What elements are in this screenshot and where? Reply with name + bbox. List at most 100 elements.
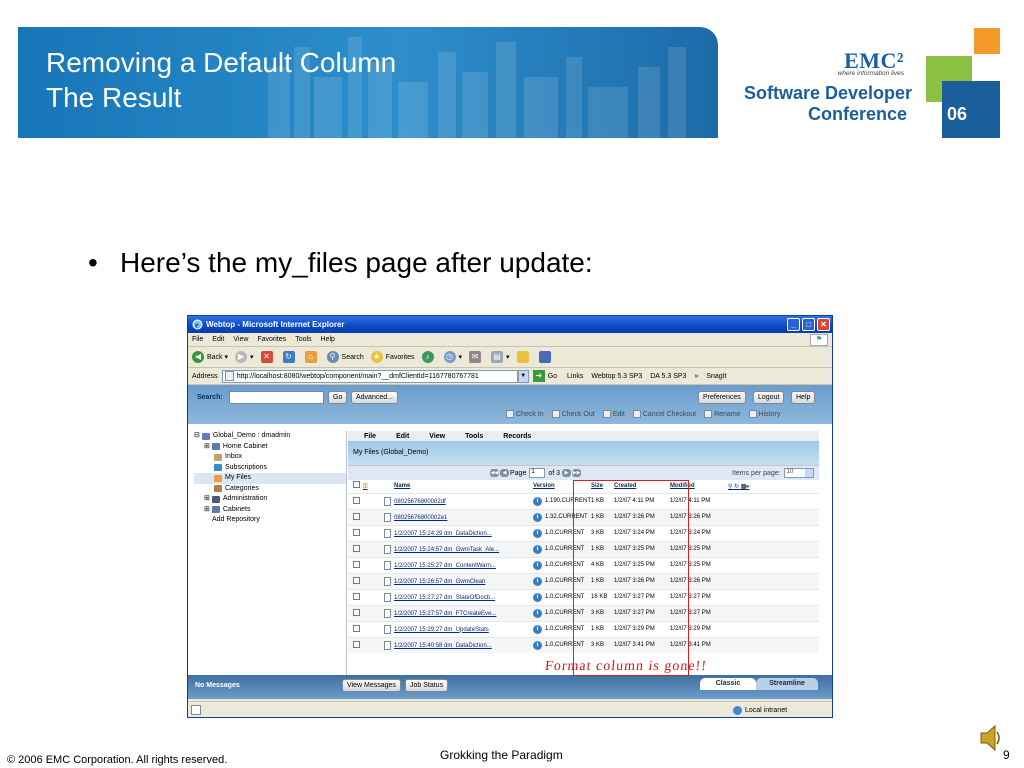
- search-icon[interactable]: ⚲: [728, 484, 732, 490]
- next-page-icon[interactable]: ▶: [562, 469, 571, 477]
- minimize-button[interactable]: _: [787, 318, 800, 331]
- column-chooser-icon[interactable]: ▦▸: [741, 484, 750, 490]
- row-checkbox[interactable]: [353, 608, 360, 616]
- messenger-button[interactable]: [538, 351, 554, 363]
- row-checkbox[interactable]: [353, 512, 360, 520]
- row-checkbox[interactable]: [353, 624, 360, 632]
- content-menu-records[interactable]: Records: [503, 433, 531, 440]
- info-icon[interactable]: i: [533, 592, 542, 602]
- refresh-button[interactable]: ↻: [282, 351, 298, 363]
- info-icon[interactable]: i: [533, 608, 542, 618]
- tree-item-add-repository[interactable]: Add Repository: [194, 515, 346, 526]
- view-messages-button[interactable]: View Messages: [342, 679, 401, 692]
- file-name-link[interactable]: 1/2/2007 15:24:29 dm_DataDiction...: [394, 531, 492, 537]
- folder-button[interactable]: [516, 351, 532, 363]
- history-action[interactable]: History: [748, 410, 780, 418]
- first-page-icon[interactable]: ◀◀: [490, 469, 499, 477]
- tab-streamline[interactable]: Streamline: [756, 678, 818, 690]
- tree-item-administration[interactable]: ⊞ Administration: [194, 494, 346, 505]
- media-button[interactable]: ♪: [421, 351, 437, 363]
- help-button[interactable]: Help: [791, 391, 816, 404]
- close-button[interactable]: ✕: [817, 318, 830, 331]
- links-overflow-icon[interactable]: »: [694, 373, 698, 380]
- logout-button[interactable]: Logout: [753, 391, 785, 404]
- print-button[interactable]: ▤ ▾: [491, 351, 510, 363]
- history-button[interactable]: ◷ ▾: [443, 351, 462, 363]
- file-name-link[interactable]: 1/2/2007 15:26:57 dm_GwmClean: [394, 579, 485, 585]
- tree-item-my-files[interactable]: My Files: [194, 473, 346, 484]
- speaker-icon[interactable]: [978, 722, 1002, 754]
- file-name-link[interactable]: 1/2/2007 15:29:27 dm_UpdateStats: [394, 627, 489, 633]
- file-name-link[interactable]: 08025676800002e1: [394, 515, 447, 521]
- content-menu-view[interactable]: View: [429, 433, 445, 440]
- select-all-checkbox[interactable]: [353, 481, 360, 489]
- home-button[interactable]: ⌂: [304, 351, 320, 363]
- row-checkbox[interactable]: [353, 576, 360, 584]
- cancel-checkout-action[interactable]: Cancel Checkout: [632, 410, 696, 418]
- menu-edit[interactable]: Edit: [212, 336, 224, 343]
- link-webtop[interactable]: Webtop 5.3 SP3: [591, 373, 642, 380]
- back-button[interactable]: ◀ Back ▾: [192, 351, 228, 363]
- menu-tools[interactable]: Tools: [295, 336, 311, 343]
- row-checkbox[interactable]: [353, 592, 360, 600]
- content-menu-file[interactable]: File: [364, 433, 376, 440]
- tab-classic[interactable]: Classic: [700, 678, 756, 690]
- column-name[interactable]: Name: [376, 480, 533, 493]
- row-checkbox[interactable]: [353, 544, 360, 552]
- menu-view[interactable]: View: [233, 336, 248, 343]
- row-checkbox[interactable]: [353, 560, 360, 568]
- search-button[interactable]: ⚲ Search: [326, 351, 364, 363]
- content-menu-edit[interactable]: Edit: [396, 433, 409, 440]
- tree-item-subscriptions[interactable]: Subscriptions: [194, 463, 346, 474]
- info-icon[interactable]: i: [533, 512, 542, 522]
- info-icon[interactable]: i: [533, 576, 542, 586]
- stop-button[interactable]: ✕: [260, 351, 276, 363]
- advanced-search-button[interactable]: Advanced...: [351, 391, 398, 404]
- search-input[interactable]: [229, 391, 324, 404]
- info-icon[interactable]: i: [533, 624, 542, 634]
- row-checkbox[interactable]: [353, 528, 360, 536]
- items-per-page-select[interactable]: 10: [783, 468, 814, 478]
- tree-item-inbox[interactable]: Inbox: [194, 452, 346, 463]
- link-snagit[interactable]: SnagIt: [706, 373, 726, 380]
- file-name-link[interactable]: 1/2/2007 15:40:58 dm_DataDiction...: [394, 643, 492, 649]
- address-input[interactable]: http://localhost:8080/webtop/component/m…: [221, 369, 518, 383]
- forward-button[interactable]: ▶ ▾: [235, 351, 254, 363]
- file-name-link[interactable]: 1/2/2007 15:24:57 dm_GwmTask_Ale...: [394, 547, 499, 553]
- favorites-button[interactable]: ★ Favorites: [370, 351, 415, 363]
- info-icon[interactable]: i: [533, 560, 542, 570]
- menu-favorites[interactable]: Favorites: [257, 336, 286, 343]
- link-da[interactable]: DA 5.3 SP3: [650, 373, 686, 380]
- info-icon[interactable]: i: [533, 496, 542, 506]
- menu-help[interactable]: Help: [321, 336, 335, 343]
- file-name-link[interactable]: 1/2/2007 15:27:27 dm_StateOfDocb...: [394, 595, 495, 601]
- file-name-link[interactable]: 1/2/2007 15:27:57 dm_FTCreateEve...: [394, 611, 496, 617]
- prev-page-icon[interactable]: ◀: [500, 469, 509, 477]
- go-arrow-icon[interactable]: ➜: [532, 370, 545, 382]
- preferences-button[interactable]: Preferences: [698, 391, 746, 404]
- job-status-button[interactable]: Job Status: [405, 679, 449, 692]
- info-icon[interactable]: i: [533, 544, 542, 554]
- tree-root[interactable]: ⊟ Global_Demo : dmadmin: [194, 431, 346, 442]
- edit-action[interactable]: Edit: [602, 410, 625, 418]
- check-in-action[interactable]: Check In: [506, 410, 544, 418]
- page-number-input[interactable]: 1: [529, 468, 546, 478]
- content-menu-tools[interactable]: Tools: [465, 433, 483, 440]
- go-button[interactable]: Go: [548, 373, 557, 380]
- info-icon[interactable]: i: [533, 640, 542, 650]
- row-checkbox[interactable]: [353, 640, 360, 648]
- tree-item-categories[interactable]: Categories: [194, 484, 346, 495]
- maximize-button[interactable]: □: [802, 318, 815, 331]
- info-icon[interactable]: i: [533, 528, 542, 538]
- row-checkbox[interactable]: [353, 496, 360, 504]
- file-name-link[interactable]: 08025676800002df: [394, 499, 446, 505]
- check-out-action[interactable]: Check Out: [551, 410, 595, 418]
- file-name-link[interactable]: 1/2/2007 15:25:27 dm_ContentWarn...: [394, 563, 496, 569]
- last-page-icon[interactable]: ▶▶: [572, 469, 581, 477]
- mail-button[interactable]: ✉: [469, 351, 484, 363]
- address-dropdown-icon[interactable]: ▼: [517, 369, 529, 383]
- tree-item-cabinets[interactable]: ⊞ Cabinets: [194, 505, 346, 516]
- search-go-button[interactable]: Go: [328, 391, 348, 404]
- menu-file[interactable]: File: [192, 336, 203, 343]
- tree-item-home-cabinet[interactable]: ⊞ Home Cabinet: [194, 442, 346, 453]
